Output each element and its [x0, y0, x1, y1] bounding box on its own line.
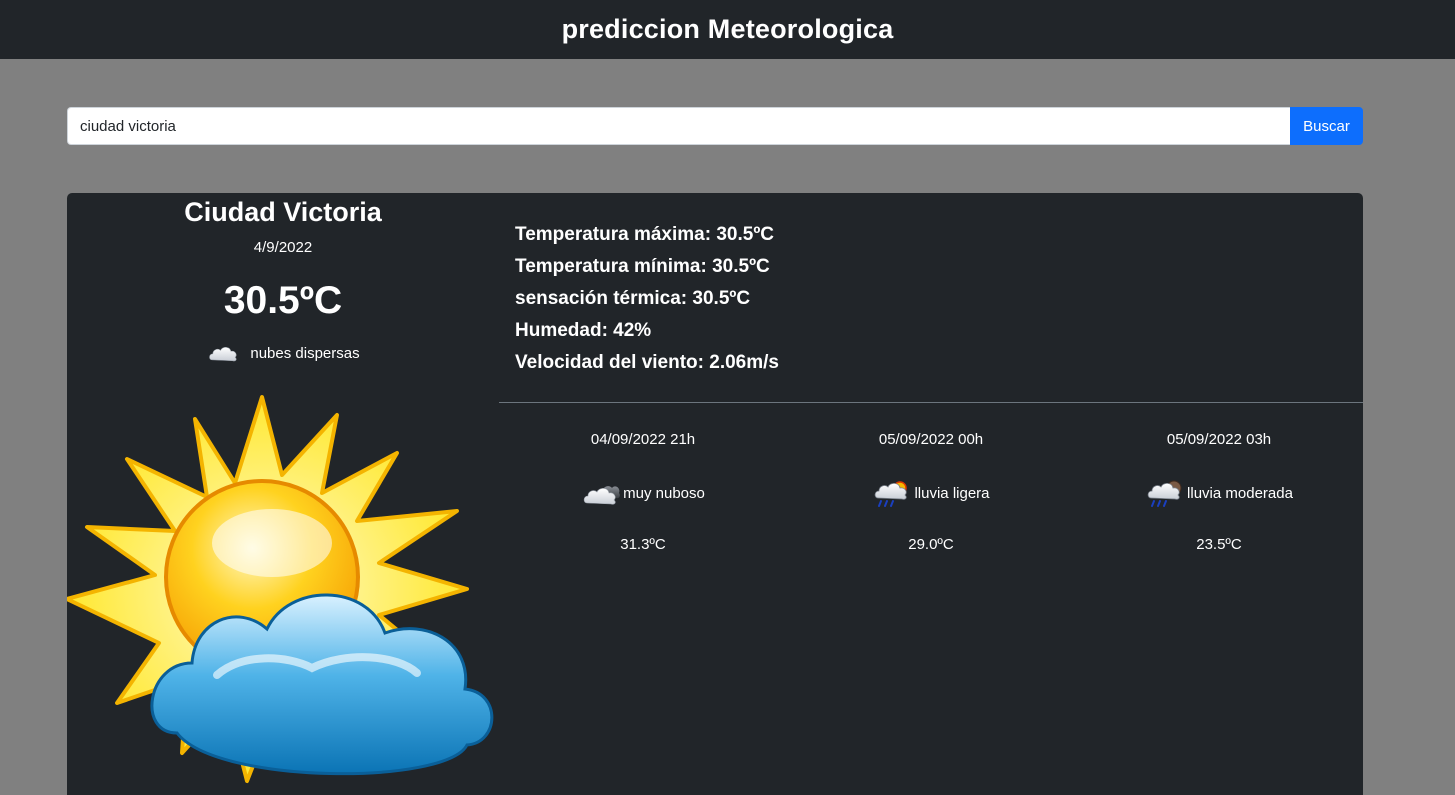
search-input[interactable] — [67, 107, 1290, 145]
weather-details: Temperatura máxima: 30.5ºC Temperatura m… — [515, 219, 779, 379]
search-bar: Buscar — [67, 107, 1363, 145]
forecast-item: 05/09/2022 03h lluvia moderada 23.5ºC — [1075, 429, 1363, 555]
sun-behind-cloud-icon — [67, 395, 494, 783]
humidity: Humedad: 42% — [515, 320, 652, 341]
forecast-description: muy nuboso — [499, 480, 787, 506]
current-temperature: 30.5ºC — [223, 279, 343, 322]
forecast-datetime: 05/09/2022 03h — [1166, 431, 1272, 448]
weather-card: Ciudad Victoria 4/9/2022 30.5ºC nubes di… — [67, 193, 1363, 795]
forecast-item: 05/09/2022 00h lluvia ligera 29.0ºC — [787, 429, 1075, 555]
current-description: nubes dispersas — [67, 341, 499, 365]
light-rain-icon — [875, 481, 908, 507]
city-name: Ciudad Victoria — [184, 197, 382, 227]
forecast-item: 04/09/2022 21h muy nuboso 31.3ºC — [499, 429, 787, 555]
divider — [499, 402, 1363, 403]
forecast-datetime: 05/09/2022 00h — [878, 431, 984, 448]
forecast-description: lluvia ligera — [787, 480, 1075, 507]
current-date: 4/9/2022 — [253, 239, 313, 256]
forecast-list: 04/09/2022 21h muy nuboso 31.3ºC 05/09/2… — [499, 429, 1363, 555]
wind-speed: Velocidad del viento: 2.06m/s — [515, 352, 779, 373]
scattered-clouds-icon — [209, 347, 237, 362]
navbar: prediccion Meteorologica — [0, 0, 1455, 59]
current-weather-panel: Ciudad Victoria 4/9/2022 30.5ºC nubes di… — [67, 193, 499, 795]
forecast-description-label: lluvia ligera — [914, 484, 990, 502]
forecast-temperature: 23.5ºC — [1196, 536, 1242, 553]
forecast-description-label: lluvia moderada — [1187, 484, 1293, 502]
broken-clouds-icon — [583, 486, 620, 505]
max-temperature: Temperatura máxima: 30.5ºC — [515, 224, 774, 245]
search-button[interactable]: Buscar — [1290, 107, 1363, 145]
forecast-description: lluvia moderada — [1075, 480, 1363, 507]
moderate-rain-icon — [1147, 480, 1182, 507]
forecast-temperature: 29.0ºC — [908, 536, 954, 553]
forecast-temperature: 31.3ºC — [620, 536, 666, 553]
page-title: prediccion Meteorologica — [561, 14, 894, 44]
feels-like: sensación térmica: 30.5ºC — [515, 288, 751, 309]
min-temperature: Temperatura mínima: 30.5ºC — [515, 256, 770, 277]
forecast-datetime: 04/09/2022 21h — [590, 431, 696, 448]
current-description-label: nubes dispersas — [250, 344, 360, 362]
forecast-description-label: muy nuboso — [623, 484, 705, 502]
